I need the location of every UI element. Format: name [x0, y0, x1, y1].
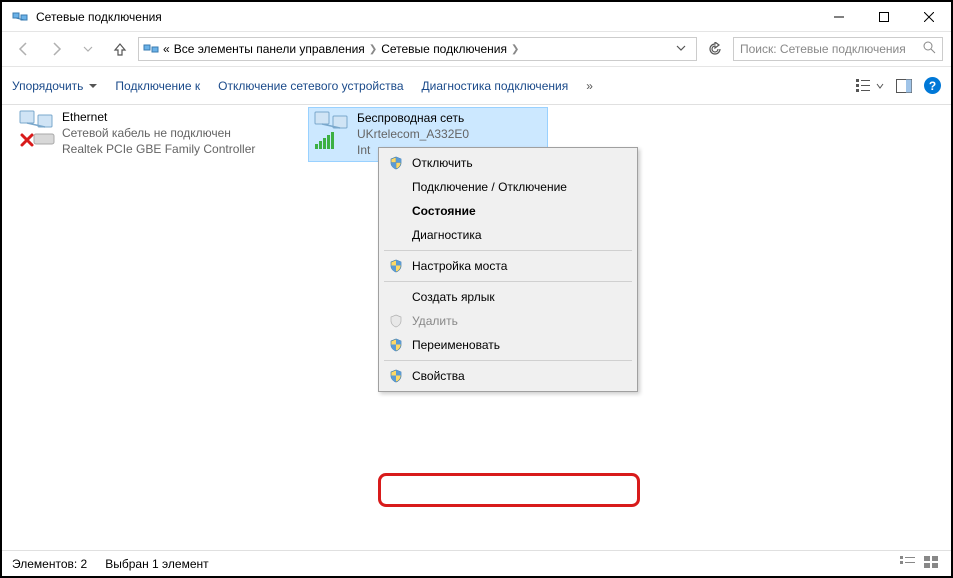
breadcrumb-icon [143, 41, 159, 57]
adapter-device: Realtek PCIe GBE Family Controller [62, 141, 255, 157]
window-title: Сетевые подключения [36, 10, 162, 24]
view-icons-button[interactable] [856, 79, 884, 93]
shield-icon [389, 369, 403, 383]
view-large-icon[interactable] [923, 555, 941, 572]
breadcrumb-prefix: « [163, 42, 170, 56]
content-area: Ethernet Сетевой кабель не подключен Rea… [2, 105, 951, 551]
breadcrumb-item[interactable]: Все элементы панели управления [174, 42, 365, 56]
chevron-right-icon: ❯ [511, 44, 519, 55]
breadcrumb-item[interactable]: Сетевые подключения [381, 42, 507, 56]
menu-separator [384, 250, 632, 251]
network-adapter-icon [311, 110, 351, 152]
shield-icon [389, 338, 403, 352]
adapter-ethernet[interactable]: Ethernet Сетевой кабель не подключен Rea… [14, 107, 294, 160]
adapter-name: Ethernet [62, 109, 255, 125]
adapter-name: Беспроводная сеть [357, 110, 469, 126]
navigation-bar: « Все элементы панели управления ❯ Сетев… [2, 32, 951, 67]
help-icon[interactable]: ? [924, 77, 941, 94]
context-menu: Отключить Подключение / Отключение Состо… [378, 147, 638, 392]
shield-icon [389, 156, 403, 170]
more-button[interactable]: » [586, 79, 593, 93]
network-adapter-icon [16, 109, 56, 151]
shield-icon [389, 314, 403, 328]
preview-pane-button[interactable] [896, 79, 912, 93]
menu-separator [384, 360, 632, 361]
search-icon [923, 41, 936, 57]
adapter-network: UKrtelecom_A332E0 [357, 126, 469, 142]
shield-icon [389, 259, 403, 273]
maximize-button[interactable] [861, 2, 906, 32]
status-selected-count: Выбран 1 элемент [105, 557, 208, 571]
minimize-button[interactable] [816, 2, 861, 32]
menu-item-delete: Удалить [382, 309, 634, 333]
status-elements-count: Элементов: 2 [12, 557, 87, 571]
menu-item-properties[interactable]: Свойства [382, 364, 634, 388]
refresh-button[interactable] [701, 37, 729, 61]
close-button[interactable] [906, 2, 951, 32]
up-button[interactable] [106, 35, 134, 63]
menu-item-rename[interactable]: Переименовать [382, 333, 634, 357]
connect-to-button[interactable]: Подключение к [115, 79, 200, 93]
menu-item-shortcut[interactable]: Создать ярлык [382, 285, 634, 309]
view-details-icon[interactable] [899, 555, 917, 572]
recent-dropdown[interactable] [74, 35, 102, 63]
chevron-right-icon: ❯ [369, 44, 377, 55]
forward-button[interactable] [42, 35, 70, 63]
title-bar: Сетевые подключения [2, 2, 951, 32]
menu-item-connect-disconnect[interactable]: Подключение / Отключение [382, 175, 634, 199]
menu-item-disable[interactable]: Отключить [382, 151, 634, 175]
back-button[interactable] [10, 35, 38, 63]
disable-device-button[interactable]: Отключение сетевого устройства [218, 79, 403, 93]
diagnose-button[interactable]: Диагностика подключения [422, 79, 569, 93]
breadcrumb-dropdown[interactable] [670, 42, 692, 56]
organize-menu[interactable]: Упорядочить [12, 79, 97, 93]
menu-item-diagnose[interactable]: Диагностика [382, 223, 634, 247]
breadcrumb[interactable]: « Все элементы панели управления ❯ Сетев… [138, 37, 697, 61]
toolbar: Упорядочить Подключение к Отключение сет… [2, 67, 951, 105]
search-input[interactable]: Поиск: Сетевые подключения [733, 37, 943, 61]
highlight-annotation [378, 473, 640, 507]
adapter-status: Сетевой кабель не подключен [62, 125, 255, 141]
search-placeholder: Поиск: Сетевые подключения [740, 42, 906, 56]
menu-separator [384, 281, 632, 282]
status-bar: Элементов: 2 Выбран 1 элемент [2, 550, 951, 576]
menu-item-bridge[interactable]: Настройка моста [382, 254, 634, 278]
window-icon [12, 9, 28, 25]
menu-item-status[interactable]: Состояние [382, 199, 634, 223]
